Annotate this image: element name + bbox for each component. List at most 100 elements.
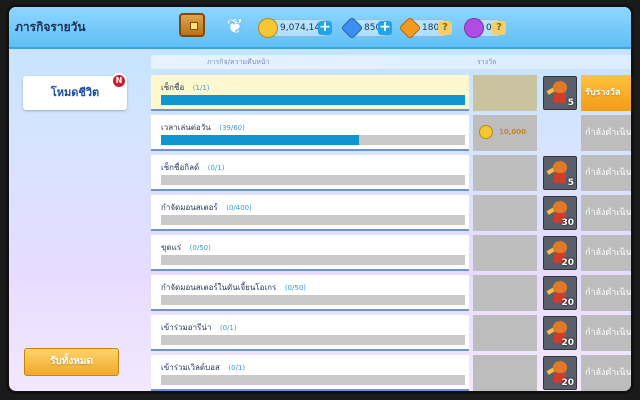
mission-info: เช็กชื่อ (1/1): [151, 75, 469, 111]
mission-name: เช็กชื่อกิลด์: [161, 163, 200, 172]
orange-gem-icon: [398, 16, 422, 40]
mission-info: เวลาเล่นต่อวัน (39/60): [151, 115, 469, 151]
mission-info: เข้าร่วมเวิลด์บอส (0/1): [151, 355, 469, 391]
add-blue-gem-button[interactable]: +: [378, 20, 392, 35]
reward-slot: [473, 155, 537, 191]
mission-row: กำจัดมอนสเตอร์ (0/400) 30 กำลังดำเนินการ: [151, 195, 631, 231]
coin-reward: 10,000: [479, 125, 526, 139]
mission-label: เวลาเล่นต่อวัน (39/60): [161, 121, 245, 134]
reward-slot: 10,000: [473, 115, 537, 151]
treasure-chest-icon[interactable]: [179, 13, 205, 37]
hero-level: 20: [561, 298, 574, 308]
gold-coin-icon: [258, 18, 278, 38]
mission-name: กำจัดมอนสเตอร์ในดันเจี้ยนโอเกร: [161, 283, 277, 292]
reward-slot: [473, 75, 537, 111]
add-gold-button[interactable]: +: [318, 20, 332, 35]
mission-row: เวลาเล่นต่อวัน (39/60) 10,000 กำลังดำเนิ…: [151, 115, 631, 151]
mission-progress: (0/50): [189, 244, 211, 252]
reward-slot: [473, 235, 537, 271]
progress-bar: [161, 95, 465, 105]
reward-slot: [473, 315, 537, 351]
mission-name: เข้าร่วมเวิลด์บอส: [161, 363, 220, 372]
gold-resource: 9,074,141 +: [258, 18, 332, 38]
hero-reward-icon: 20: [543, 356, 577, 390]
hero-reward-icon: 20: [543, 236, 577, 270]
mission-row: เช็กชื่อ (1/1) 5 รับรางวัล: [151, 75, 631, 111]
hero-reward-icon: 30: [543, 196, 577, 230]
hero-level: 5: [567, 98, 574, 108]
orange-gem-resource: 180 ?: [398, 16, 452, 40]
purple-gem-info-button[interactable]: ?: [492, 21, 506, 35]
mission-row: ขุดแร่ (0/50) 20 กำลังดำเนินการ: [151, 235, 631, 271]
mission-progress: (39/60): [219, 124, 245, 132]
mission-label: เช็กชื่อกิลด์ (0/1): [161, 161, 224, 174]
mission-label: ขุดแร่ (0/50): [161, 241, 211, 254]
hero-level: 20: [561, 258, 574, 268]
progress-bar: [161, 215, 465, 225]
mission-name: เข้าร่วมอารีน่า: [161, 323, 212, 332]
hero-level: 30: [561, 218, 574, 228]
mission-info: เช็กชื่อกิลด์ (0/1): [151, 155, 469, 191]
mission-name: เช็กชื่อ: [161, 83, 185, 92]
hero-reward-icon: 5: [543, 76, 577, 110]
progress-bar: [161, 175, 465, 185]
claim-reward-button[interactable]: รับรางวัล: [581, 75, 631, 111]
hero-reward-icon: 20: [543, 276, 577, 310]
in-progress-button[interactable]: กำลังดำเนินการ: [581, 355, 631, 391]
reward-column-label: รางวัล: [477, 58, 497, 66]
mission-progress: (0/1): [228, 364, 246, 372]
mission-progress: (0/50): [284, 284, 307, 292]
claim-all-button[interactable]: รับทั้งหมด: [24, 348, 119, 376]
in-progress-button[interactable]: กำลังดำเนินการ: [581, 275, 631, 311]
mission-progress: (0/400): [226, 204, 252, 212]
orange-gem-info-button[interactable]: ?: [438, 21, 452, 35]
in-progress-button[interactable]: กำลังดำเนินการ: [581, 235, 631, 271]
gold-coin-icon: [479, 125, 493, 139]
mission-name: ขุดแร่: [161, 243, 182, 252]
hero-level: 5: [567, 178, 574, 188]
in-progress-button[interactable]: กำลังดำเนินการ: [581, 195, 631, 231]
in-progress-button[interactable]: กำลังดำเนินการ: [581, 155, 631, 191]
mission-label: เช็กชื่อ (1/1): [161, 81, 210, 94]
coin-reward-value: 10,000: [499, 128, 527, 136]
purple-gem-resource: 0 ?: [464, 18, 506, 38]
mission-label: เข้าร่วมเวิลด์บอส (0/1): [161, 361, 245, 374]
mission-label: กำจัดมอนสเตอร์ (0/400): [161, 201, 252, 214]
mission-column-label: ภารกิจ/ความคืบหน้า: [207, 58, 270, 66]
mission-progress: (0/1): [207, 164, 225, 172]
progress-bar: [161, 375, 465, 385]
mission-row: เข้าร่วมเวิลด์บอส (0/1) 20 กำลังดำเนินกา…: [151, 355, 631, 391]
game-window: ภารกิจรายวัน ❦ 9,074,141 + 850 + 180 ? 0…: [6, 4, 634, 394]
mission-row: เช็กชื่อกิลด์ (0/1) 5 กำลังดำเนินการ: [151, 155, 631, 191]
hero-level: 20: [561, 378, 574, 388]
reward-slot: [473, 275, 537, 311]
progress-bar: [161, 295, 465, 305]
mission-label: เข้าร่วมอารีน่า (0/1): [161, 321, 237, 334]
new-badge: N: [111, 73, 127, 89]
orange-gem-value: 180: [422, 23, 440, 33]
mission-info: ขุดแร่ (0/50): [151, 235, 469, 271]
wings-crest-icon[interactable]: ❦: [219, 13, 251, 39]
mission-name: เวลาเล่นต่อวัน: [161, 123, 211, 132]
purple-gem-value: 0: [486, 23, 492, 33]
column-header: ภารกิจ/ความคืบหน้า รางวัล: [151, 55, 631, 69]
mission-progress: (1/1): [192, 84, 210, 92]
progress-fill: [161, 95, 465, 105]
purple-gem-icon: [464, 18, 484, 38]
mission-name: กำจัดมอนสเตอร์: [161, 203, 218, 212]
reward-slot: [473, 195, 537, 231]
in-progress-button[interactable]: กำลังดำเนินการ: [581, 315, 631, 351]
mission-info: กำจัดมอนสเตอร์ในดันเจี้ยนโอเกร (0/50): [151, 275, 469, 311]
in-progress-button[interactable]: กำลังดำเนินการ: [581, 115, 631, 151]
page-title: ภารกิจรายวัน: [15, 20, 86, 34]
progress-fill: [161, 135, 359, 145]
hero-reward-icon: 20: [543, 316, 577, 350]
mission-info: กำจัดมอนสเตอร์ (0/400): [151, 195, 469, 231]
mission-row: กำจัดมอนสเตอร์ในดันเจี้ยนโอเกร (0/50) 20…: [151, 275, 631, 311]
mission-row: เข้าร่วมอารีน่า (0/1) 20 กำลังดำเนินการ: [151, 315, 631, 351]
reward-slot: [473, 355, 537, 391]
progress-bar: [161, 255, 465, 265]
mission-info: เข้าร่วมอารีน่า (0/1): [151, 315, 469, 351]
mission-label: กำจัดมอนสเตอร์ในดันเจี้ยนโอเกร (0/50): [161, 281, 306, 294]
top-bar: ภารกิจรายวัน ❦ 9,074,141 + 850 + 180 ? 0…: [9, 7, 631, 49]
